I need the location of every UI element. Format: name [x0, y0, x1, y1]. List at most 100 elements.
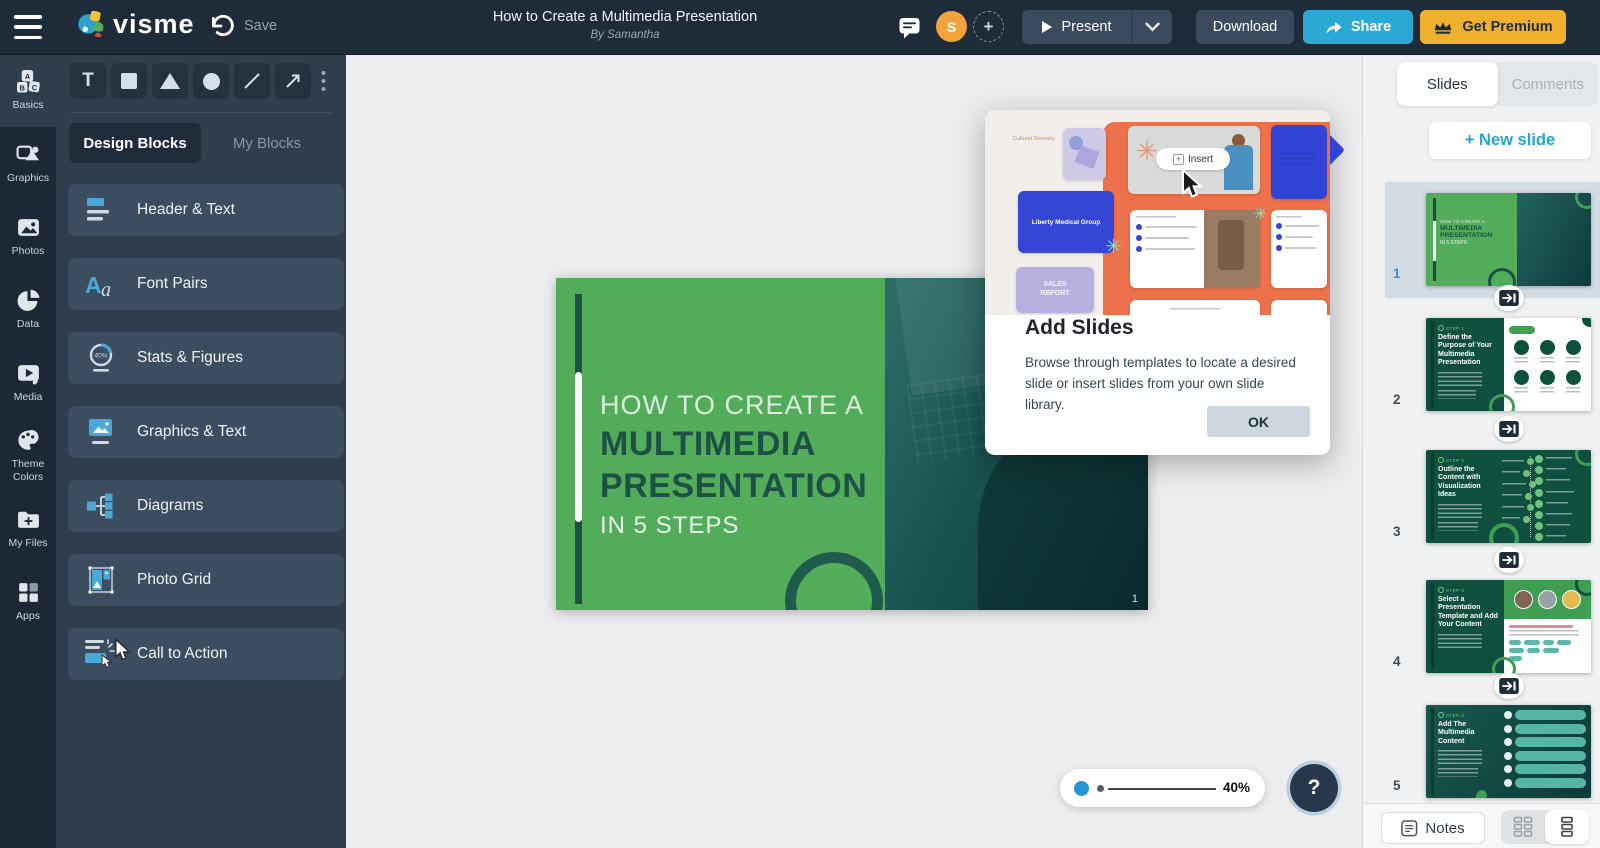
insert-slide-icon — [1499, 552, 1519, 568]
comment-icon — [898, 16, 922, 41]
premium-label: Get Premium — [1462, 19, 1552, 35]
mouse-cursor — [114, 638, 131, 662]
sidebar-item-apps[interactable]: Apps — [0, 565, 56, 638]
triangle-tool-button[interactable] — [152, 63, 188, 99]
zoom-slider-thumb[interactable] — [1074, 781, 1089, 796]
present-button[interactable]: Present — [1022, 10, 1131, 44]
stats-figures-icon: 40% — [81, 342, 121, 374]
block-diagrams[interactable]: Diagrams — [68, 480, 344, 532]
undo-button[interactable] — [208, 14, 236, 40]
thumb-title: Select a Presentation Template and Add Y… — [1438, 596, 1500, 630]
thumbnail-view-toggle — [1501, 810, 1589, 844]
ok-button[interactable]: OK — [1207, 406, 1310, 437]
document-title[interactable]: How to Create a Multimedia Presentation — [425, 9, 825, 25]
line-tool-button[interactable] — [234, 63, 270, 99]
sidebar-item-data[interactable]: Data — [0, 273, 56, 346]
arrow-tool-button[interactable] — [275, 63, 311, 99]
slide-line1: HOW TO CREATE A — [600, 390, 867, 421]
shape-toolbar: T — [70, 63, 330, 99]
notes-label: Notes — [1425, 820, 1464, 837]
rectangle-tool-button[interactable] — [111, 63, 147, 99]
add-slides-popup: Cultural Diversity Liberty Medical Group… — [985, 110, 1330, 455]
tab-design-blocks[interactable]: Design Blocks — [69, 123, 201, 163]
thumb-step: STEP 3 — [1446, 588, 1464, 593]
block-graphics-text[interactable]: Graphics & Text — [68, 406, 344, 458]
slide-line2: MULTIMEDIA — [600, 425, 867, 464]
slide-thumbnail-2[interactable]: STEP 1 Define the Purpose of Your Multim… — [1426, 318, 1591, 411]
svg-text:40%: 40% — [94, 353, 107, 360]
slide-accent-bar-white — [575, 372, 582, 522]
tab-my-blocks[interactable]: My Blocks — [201, 123, 333, 163]
download-label: Download — [1213, 19, 1278, 35]
slide-thumbnail-5[interactable]: STEP 4 Add The Multimedia Content — [1426, 705, 1591, 798]
block-header-text[interactable]: Header & Text — [68, 184, 344, 236]
notes-button[interactable]: Notes — [1381, 812, 1485, 844]
block-stats-figures[interactable]: 40% Stats & Figures — [68, 332, 344, 384]
text-tool-button[interactable]: T — [70, 63, 106, 99]
block-label: Header & Text — [137, 201, 235, 219]
block-call-to-action[interactable]: Call to Action — [68, 628, 344, 680]
grid-view-button[interactable] — [1501, 810, 1545, 844]
insert-slide-icon — [1499, 290, 1519, 306]
circle-tool-button[interactable] — [193, 63, 229, 99]
block-label: Call to Action — [137, 645, 227, 663]
tab-slides[interactable]: Slides — [1397, 62, 1498, 106]
sidebar-item-theme-colors[interactable]: Theme Colors — [0, 419, 56, 492]
my-files-icon — [16, 507, 41, 532]
sidebar-label: Data — [17, 318, 39, 330]
sidebar-item-my-files[interactable]: My Files — [0, 492, 56, 565]
basics-icon: A B C — [16, 69, 41, 94]
insert-slide-button[interactable] — [1494, 285, 1524, 311]
sidebar-item-photos[interactable]: Photos — [0, 200, 56, 273]
photos-icon — [16, 215, 41, 240]
divider — [70, 112, 332, 113]
insert-slide-button[interactable] — [1494, 416, 1524, 442]
thumb-step: STEP 2 — [1446, 458, 1464, 463]
notes-icon — [1401, 820, 1418, 837]
thumb-step: STEP 4 — [1446, 713, 1464, 718]
present-split-button: Present — [1022, 10, 1172, 44]
insert-slide-icon — [1499, 421, 1519, 437]
undo-icon — [208, 14, 234, 38]
slide-thumbnail-1[interactable]: HOW TO CREATE A MULTIMEDIA PRESENTATION … — [1426, 193, 1591, 286]
more-shapes-button[interactable] — [316, 63, 330, 99]
grid-view-icon — [1513, 816, 1533, 838]
mini-card-blue — [1271, 125, 1327, 199]
header-text-icon — [81, 196, 121, 224]
basics-tool-panel: T — [56, 54, 346, 848]
slide-number: 3 — [1393, 524, 1401, 539]
block-label: Stats & Figures — [137, 349, 243, 367]
save-button[interactable]: Save — [244, 18, 277, 34]
present-options-button[interactable] — [1132, 10, 1172, 44]
block-label: Photo Grid — [137, 571, 211, 589]
add-collaborator-button[interactable]: + — [973, 11, 1004, 42]
insert-slide-icon — [1499, 678, 1519, 694]
visme-logo[interactable]: visme — [76, 9, 195, 39]
share-button[interactable]: Share — [1303, 10, 1413, 44]
hamburger-menu-icon[interactable] — [14, 15, 42, 39]
sidebar-item-graphics[interactable]: Graphics — [0, 127, 56, 200]
slide-ring-decoration — [785, 552, 883, 610]
comments-button[interactable] — [898, 16, 922, 46]
slide-number: 2 — [1393, 392, 1401, 407]
sidebar-item-basics[interactable]: A B C Basics — [0, 54, 56, 127]
get-premium-button[interactable]: Get Premium — [1420, 10, 1566, 44]
new-slide-button[interactable]: + New slide — [1429, 122, 1591, 159]
graphics-text-icon — [81, 417, 121, 447]
block-font-pairs[interactable]: A a Font Pairs — [68, 258, 344, 310]
mini-insert-button: + Insert — [1156, 148, 1230, 170]
sidebar-item-media[interactable]: Media — [0, 346, 56, 419]
list-view-button[interactable] — [1545, 810, 1589, 844]
download-button[interactable]: Download — [1196, 10, 1294, 44]
svg-text:a: a — [101, 279, 111, 299]
insert-slide-button[interactable] — [1494, 547, 1524, 573]
block-photo-grid[interactable]: Photo Grid — [68, 554, 344, 606]
help-button[interactable]: ? — [1290, 764, 1338, 812]
slide-thumbnail-4[interactable]: STEP 3 Select a Presentation Template an… — [1426, 580, 1591, 673]
tab-comments[interactable]: Comments — [1498, 62, 1599, 106]
avatar[interactable]: S — [936, 11, 967, 42]
slide-thumbnail-3[interactable]: STEP 2 Outline the Content with Visualiz… — [1426, 450, 1591, 543]
zoom-slider-track[interactable] — [1108, 788, 1216, 790]
slide-title-block[interactable]: HOW TO CREATE A MULTIMEDIA PRESENTATION … — [600, 390, 867, 540]
insert-slide-button[interactable] — [1494, 673, 1524, 699]
